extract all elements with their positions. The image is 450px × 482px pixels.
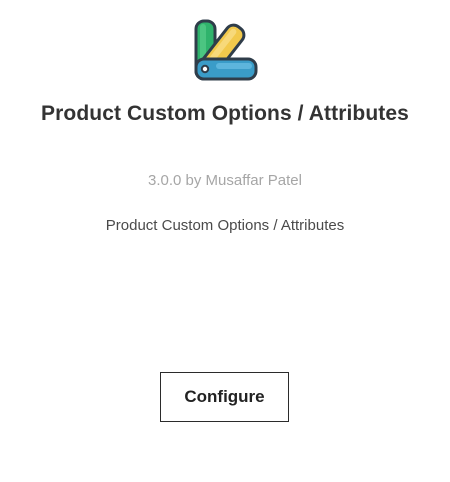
color-swatch-fan-icon — [192, 18, 260, 84]
configure-button[interactable]: Configure — [160, 372, 289, 422]
module-title: Product Custom Options / Attributes — [41, 102, 409, 125]
module-card: Product Custom Options / Attributes 3.0.… — [0, 0, 450, 482]
module-version-author: 3.0.0 by Musaffar Patel — [148, 172, 302, 189]
module-description: Product Custom Options / Attributes — [105, 217, 345, 234]
